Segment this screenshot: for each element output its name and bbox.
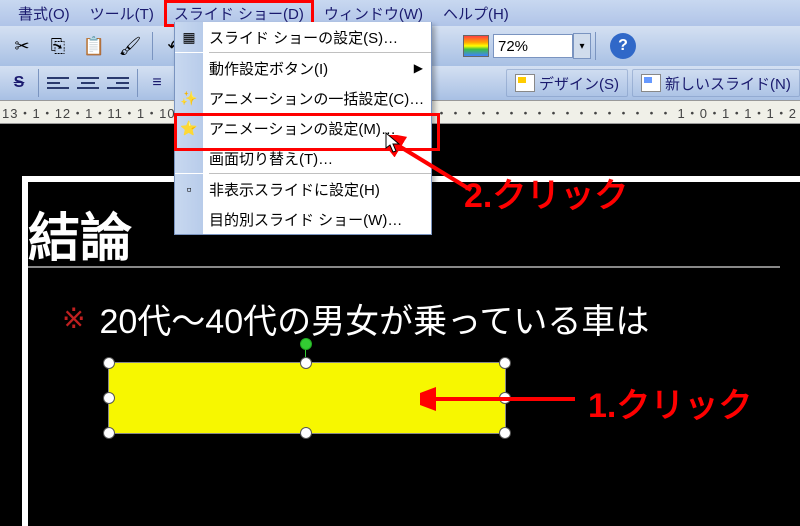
red-arrow-1: [420, 384, 580, 414]
submenu-arrow-icon: ▶: [414, 61, 423, 75]
resize-handle[interactable]: [499, 357, 511, 369]
new-slide-button[interactable]: 新しいスライド(N): [632, 69, 800, 97]
design-button[interactable]: デザイン(S): [506, 69, 628, 97]
copy-icon[interactable]: ⎘: [42, 30, 74, 62]
bullet-text: 20代～40代の男女が乗っている車は: [99, 294, 649, 343]
bullet-marker-icon: ※: [62, 302, 85, 335]
resize-handle[interactable]: [300, 427, 312, 439]
dd-custom-show[interactable]: 目的別スライド ショー(W)…: [175, 204, 431, 234]
menu-format[interactable]: 書式(O): [8, 1, 80, 26]
resize-handle[interactable]: [103, 357, 115, 369]
anim-scheme-icon: ✨: [175, 83, 203, 113]
slide-title[interactable]: 結論: [28, 196, 132, 271]
mouse-cursor-icon: [385, 132, 403, 154]
separator: [595, 32, 596, 60]
color-icon[interactable]: [463, 35, 489, 57]
zoom-field[interactable]: 72%: [493, 34, 573, 58]
cut-icon[interactable]: ✂: [6, 30, 38, 62]
slide-bullet-item[interactable]: ※ 20代～40代の男女が乗っている車は: [62, 294, 649, 343]
slideshow-dropdown: ▦ スライド ショーの設定(S)… 動作設定ボタン(I) ▶ ✨ アニメーション…: [174, 22, 432, 235]
resize-handle[interactable]: [499, 427, 511, 439]
new-slide-label: 新しいスライド(N): [665, 73, 791, 94]
align-left-icon[interactable]: [45, 70, 71, 96]
help-icon[interactable]: ?: [610, 33, 636, 59]
bullets-icon[interactable]: ≡: [144, 70, 170, 96]
rotate-handle-icon[interactable]: [300, 338, 312, 350]
projector-icon: ▦: [175, 22, 203, 52]
title-underline: [28, 266, 780, 268]
annotation-step1: 1.クリック: [588, 378, 752, 427]
dd-action-buttons[interactable]: 動作設定ボタン(I) ▶: [175, 53, 431, 83]
design-label: デザイン(S): [539, 73, 619, 94]
paste-icon[interactable]: 📋: [78, 30, 110, 62]
zoom-dropdown-icon[interactable]: ▾: [573, 33, 591, 59]
new-slide-swatch-icon: [641, 74, 661, 92]
separator: [38, 69, 39, 97]
separator: [137, 69, 138, 97]
design-swatch-icon: [515, 74, 535, 92]
align-center-icon[interactable]: [75, 70, 101, 96]
annotation-step2: 2.クリック: [464, 168, 628, 217]
resize-handle[interactable]: [300, 357, 312, 369]
menu-tools[interactable]: ツール(T): [80, 1, 164, 26]
align-right-icon[interactable]: [105, 70, 131, 96]
resize-handle[interactable]: [103, 392, 115, 404]
hide-slide-icon: ▫: [175, 174, 203, 204]
resize-handle[interactable]: [103, 427, 115, 439]
dd-setup-show[interactable]: ▦ スライド ショーの設定(S)…: [175, 22, 431, 52]
separator: [152, 32, 153, 60]
menu-help[interactable]: ヘルプ(H): [433, 1, 519, 26]
format-painter-icon[interactable]: 🖌: [114, 30, 146, 62]
dd-anim-scheme[interactable]: ✨ アニメーションの一括設定(C)…: [175, 83, 431, 113]
strike-button[interactable]: S: [6, 70, 32, 96]
star-gear-icon: ⭐: [175, 113, 203, 143]
